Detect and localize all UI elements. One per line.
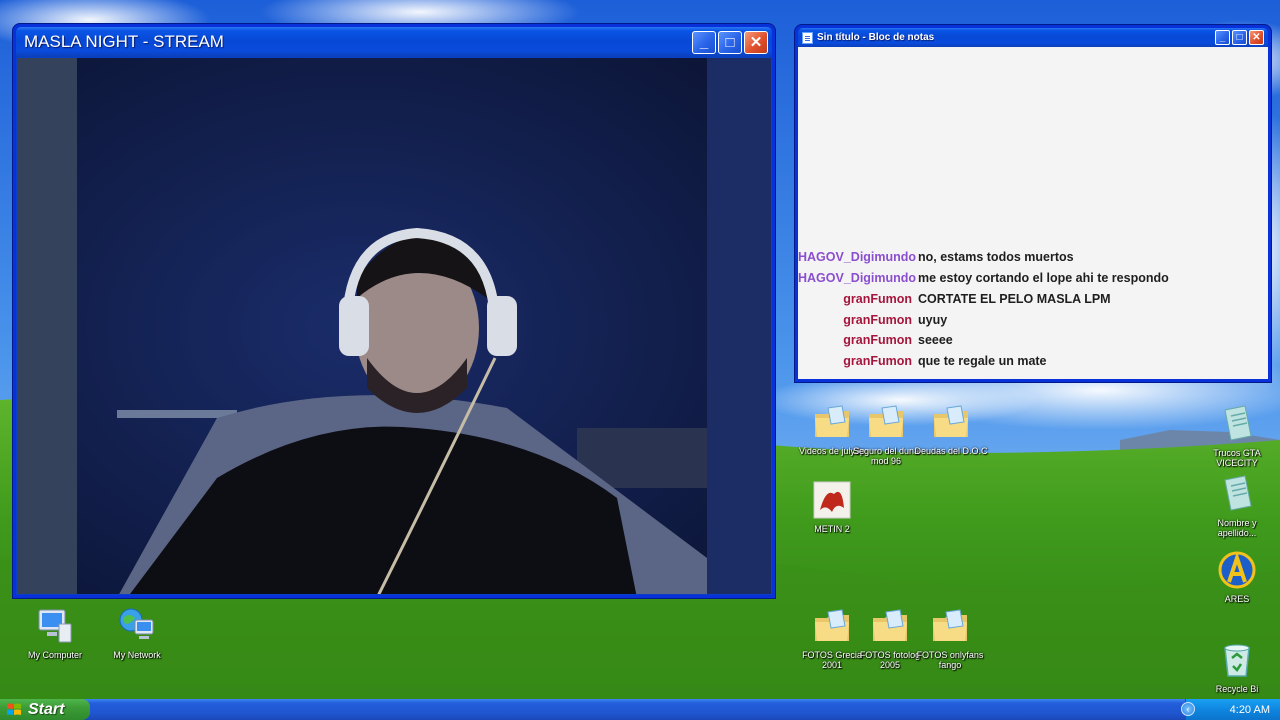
stream-window-controls: _ □ ✕ bbox=[692, 30, 768, 54]
notepad-maximize-button[interactable]: □ bbox=[1232, 30, 1247, 45]
desktop-icon-label: Deudas del D.O.C bbox=[914, 446, 988, 456]
desktop-icon-label: ARES bbox=[1224, 594, 1250, 604]
windows-logo-icon bbox=[7, 703, 21, 715]
chat-text: CORTATE EL PELO MASLA LPM bbox=[918, 291, 1111, 306]
stream-window[interactable]: MASLA NIGHT - STREAM _ □ ✕ bbox=[13, 24, 775, 598]
chat-list: HAGOV_Digimundo no, estams todos muertos… bbox=[798, 250, 1268, 375]
desktop-icon-label: Nombre y apellido... bbox=[1217, 518, 1257, 538]
chat-text: seeee bbox=[918, 333, 953, 348]
notepad-window[interactable]: Sin título - Bloc de notas _ □ ✕ HAGOV_D… bbox=[795, 25, 1271, 382]
chat-username: granFumon bbox=[843, 291, 912, 306]
start-label: Start bbox=[28, 700, 65, 718]
maximize-button[interactable]: □ bbox=[718, 30, 742, 54]
notepad-title: Sin título - Bloc de notas bbox=[798, 31, 935, 44]
computer-icon bbox=[38, 609, 72, 643]
desktop-icon-trucos[interactable]: Trucos GTA VICECITY bbox=[1199, 404, 1275, 468]
desktop-icon-label: Trucos GTA VICECITY bbox=[1213, 448, 1261, 468]
chat-username: granFumon bbox=[843, 333, 912, 348]
desktop-icon-ares[interactable]: ARES bbox=[1199, 550, 1275, 604]
desktop-icon-metin[interactable]: METIN 2 bbox=[794, 480, 870, 534]
chat-text: uyuy bbox=[918, 312, 948, 327]
tray-expand-icon[interactable]: ‹ bbox=[1181, 702, 1195, 716]
notepad-text-area[interactable]: HAGOV_Digimundo no, estams todos muertos… bbox=[798, 47, 1268, 379]
stream-window-title: MASLA NIGHT - STREAM bbox=[24, 32, 224, 51]
recycle-bin-icon bbox=[1224, 644, 1250, 677]
ares-icon bbox=[1218, 551, 1256, 589]
folder-icon bbox=[815, 609, 849, 641]
stream-titlebar[interactable]: MASLA NIGHT - STREAM _ □ ✕ bbox=[16, 27, 772, 57]
folder-icon bbox=[873, 609, 907, 641]
chat-message: HAGOV_Digimundo no, estams todos muertos bbox=[798, 250, 1268, 271]
desktop-icon-deudas[interactable]: Deudas del D.O.C bbox=[913, 402, 989, 456]
desktop-icon-label: My Network bbox=[113, 650, 161, 660]
chat-message: granFumon seeee bbox=[798, 333, 1268, 354]
notepad-minimize-button[interactable]: _ bbox=[1215, 30, 1230, 45]
folder-icon bbox=[934, 405, 968, 437]
document-icon bbox=[1224, 405, 1252, 441]
desktop-icon-label: FOTOS onlyfans fango bbox=[916, 650, 984, 670]
notepad-close-button[interactable]: ✕ bbox=[1249, 30, 1264, 45]
close-button[interactable]: ✕ bbox=[744, 30, 768, 54]
metin2-icon bbox=[813, 481, 851, 519]
chat-message: granFumon CORTATE EL PELO MASLA LPM bbox=[798, 292, 1268, 313]
notepad-icon bbox=[802, 31, 813, 44]
desktop-icon-label: My Computer bbox=[27, 650, 82, 660]
chat-message: granFumon uyuy bbox=[798, 313, 1268, 334]
document-icon bbox=[1224, 475, 1252, 511]
chat-message: HAGOV_Digimundo me estoy cortando el lop… bbox=[798, 271, 1268, 292]
chat-username: granFumon bbox=[843, 354, 912, 369]
folder-icon bbox=[869, 405, 903, 437]
desktop-icon-label: METIN 2 bbox=[814, 524, 850, 534]
folder-icon bbox=[933, 609, 967, 641]
chat-username: granFumon bbox=[843, 312, 912, 327]
chat-text: no, estams todos muertos bbox=[918, 250, 1074, 265]
chat-text: me estoy cortando el lope ahi te respond… bbox=[918, 271, 1169, 286]
folder-icon bbox=[815, 405, 849, 437]
chat-username: HAGOV_Digimundo bbox=[798, 271, 917, 286]
clock[interactable]: 4:20 AM bbox=[1230, 704, 1270, 716]
webcam-video bbox=[17, 58, 771, 594]
chat-text: que te regale un mate bbox=[918, 354, 1047, 369]
start-button[interactable]: Start bbox=[0, 699, 90, 720]
notepad-window-controls: _ □ ✕ bbox=[1215, 30, 1264, 45]
taskbar: Start ‹ 4:20 AM bbox=[0, 699, 1280, 720]
chat-message: granFumon que te regale un mate bbox=[798, 354, 1268, 375]
chat-username: HAGOV_Digimundo bbox=[798, 250, 917, 265]
desktop-icon-fotos-onlyfans[interactable]: FOTOS onlyfans fango bbox=[912, 606, 988, 670]
system-tray: ‹ 4:20 AM bbox=[1181, 699, 1280, 720]
desktop-icon-label: Recycle Bi bbox=[1215, 684, 1259, 694]
desktop-icon-recycle-bin[interactable]: Recycle Bi bbox=[1199, 640, 1275, 694]
network-icon bbox=[119, 608, 154, 639]
desktop-icon-nombre[interactable]: Nombre y apellido... bbox=[1199, 474, 1275, 538]
desktop-icon-my-computer[interactable]: My Computer bbox=[17, 606, 93, 660]
minimize-button[interactable]: _ bbox=[692, 30, 716, 54]
desktop-icon-my-network[interactable]: My Network bbox=[99, 606, 175, 660]
notepad-title-text: Sin título - Bloc de notas bbox=[817, 32, 935, 43]
notepad-titlebar[interactable]: Sin título - Bloc de notas _ □ ✕ bbox=[798, 28, 1268, 47]
